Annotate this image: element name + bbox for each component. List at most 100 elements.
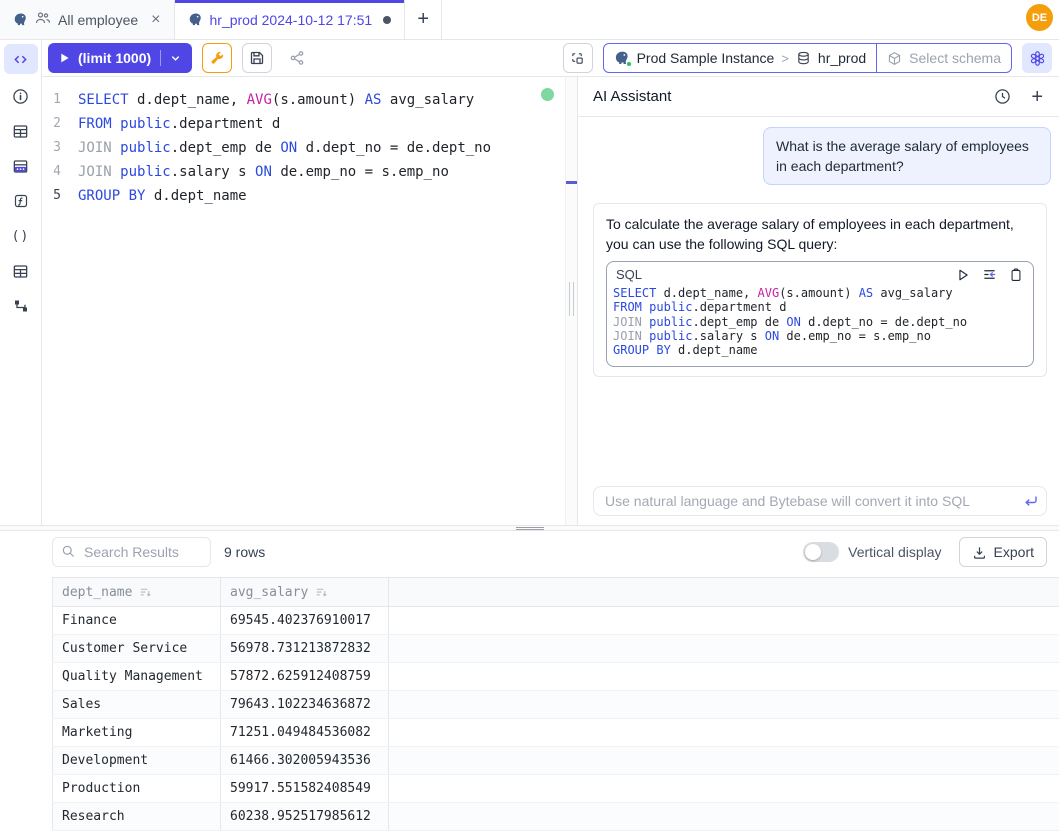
admin-wrench-button[interactable] <box>202 43 232 73</box>
filler-cell <box>389 803 1059 831</box>
result-cell[interactable]: Customer Service <box>53 635 221 663</box>
filler-cell <box>389 775 1059 803</box>
vertical-display-label: Vertical display <box>848 544 941 560</box>
results-toolbar: 9 rows Vertical display Export <box>0 531 1059 573</box>
code-line[interactable]: 5GROUP BY d.dept_name <box>42 184 565 208</box>
result-cell[interactable]: 61466.302005943536 <box>221 747 389 775</box>
sidebar-sheet-data-button[interactable] <box>10 156 32 176</box>
column-header-dept-name[interactable]: dept_name <box>53 578 221 607</box>
filler-cell <box>389 747 1059 775</box>
vertical-splitter[interactable] <box>565 77 578 525</box>
code-line[interactable]: JOIN public.dept_emp de ON d.dept_no = d… <box>613 315 1023 329</box>
ai-response-text: To calculate the average salary of emplo… <box>606 214 1034 254</box>
splitter-grip[interactable] <box>569 282 574 316</box>
result-cell[interactable]: Finance <box>53 607 221 635</box>
ai-assistant-button[interactable] <box>1022 43 1052 73</box>
enter-return-icon[interactable] <box>1023 493 1039 509</box>
sidebar-info-button[interactable] <box>10 86 32 106</box>
new-chat-button[interactable]: + <box>1031 87 1043 107</box>
instance-database-breadcrumb[interactable]: Prod Sample Instance > hr_prod <box>604 44 877 72</box>
sort-icon[interactable] <box>315 586 328 599</box>
chat-history-button[interactable] <box>994 88 1011 105</box>
result-cell[interactable]: 56978.731213872832 <box>221 635 389 663</box>
table-row[interactable]: Research60238.952517985612 <box>53 803 1059 831</box>
editor-code[interactable]: 1SELECT d.dept_name, AVG(s.amount) AS av… <box>42 88 565 208</box>
code-line[interactable]: 1SELECT d.dept_name, AVG(s.amount) AS av… <box>42 88 565 112</box>
line-number: 5 <box>42 184 78 208</box>
result-cell[interactable]: Marketing <box>53 719 221 747</box>
run-snippet-button[interactable] <box>956 268 970 282</box>
select-schema-button[interactable]: Select schema <box>877 44 1011 72</box>
sql-editor[interactable]: 1SELECT d.dept_name, AVG(s.amount) AS av… <box>42 77 565 525</box>
code-line[interactable]: FROM public.department d <box>613 300 1023 314</box>
chevron-down-icon <box>170 53 181 64</box>
result-cell[interactable]: 79643.102234636872 <box>221 691 389 719</box>
function-icon <box>13 193 29 209</box>
connection-selector: Prod Sample Instance > hr_prod Select sc… <box>603 43 1012 73</box>
tab-all-employee[interactable]: All employee × <box>0 0 175 39</box>
table-data-indigo-icon <box>12 158 29 175</box>
play-outline-icon <box>956 268 970 282</box>
result-cell[interactable]: Quality Management <box>53 663 221 691</box>
close-icon[interactable]: × <box>151 12 160 28</box>
insert-into-editor-icon <box>982 267 997 282</box>
table-row[interactable]: Quality Management57872.625912408759 <box>53 663 1059 691</box>
filler-cell <box>389 691 1059 719</box>
bring-to-front-icon <box>570 51 585 66</box>
export-button[interactable]: Export <box>959 537 1047 567</box>
save-button[interactable] <box>242 43 272 73</box>
result-cell[interactable]: Production <box>53 775 221 803</box>
results-table-body: Finance69545.402376910017Customer Servic… <box>53 607 1059 831</box>
sidebar-schema-diagram-button[interactable] <box>10 296 32 316</box>
share-button[interactable] <box>282 43 312 73</box>
line-number: 2 <box>42 112 78 136</box>
result-cell[interactable]: 60238.952517985612 <box>221 803 389 831</box>
result-cell[interactable]: Research <box>53 803 221 831</box>
table-row[interactable]: Finance69545.402376910017 <box>53 607 1059 635</box>
share-icon <box>289 50 305 66</box>
result-cell[interactable]: 59917.551582408549 <box>221 775 389 803</box>
sidebar-procedures-button[interactable]: () <box>10 226 32 246</box>
vertical-display-toggle[interactable] <box>803 542 839 562</box>
breadcrumb-chevron: > <box>781 51 789 66</box>
code-line[interactable]: 3JOIN public.dept_emp de ON d.dept_no = … <box>42 136 565 160</box>
column-header-avg-salary[interactable]: avg_salary <box>221 578 389 607</box>
new-tab-button[interactable]: + <box>405 0 442 39</box>
panel-layout-button[interactable] <box>563 43 593 73</box>
result-cell[interactable]: 71251.049484536082 <box>221 719 389 747</box>
avatar[interactable]: DE <box>1026 4 1053 31</box>
toggle-knob <box>805 544 821 560</box>
shared-people-icon <box>35 10 51 29</box>
table-row[interactable]: Sales79643.102234636872 <box>53 691 1059 719</box>
table-row[interactable]: Production59917.551582408549 <box>53 775 1059 803</box>
results-table: dept_name avg_salary <box>52 577 1059 831</box>
sort-icon[interactable] <box>139 586 152 599</box>
splitter-grip[interactable] <box>516 527 544 530</box>
wrench-icon <box>209 50 225 66</box>
line-number: 1 <box>42 88 78 112</box>
table-grid-icon <box>12 123 29 140</box>
table-row[interactable]: Development61466.302005943536 <box>53 747 1059 775</box>
sidebar-functions-button[interactable] <box>10 191 32 211</box>
run-query-button[interactable]: (limit 1000) <box>48 43 192 73</box>
result-cell[interactable]: 57872.625912408759 <box>221 663 389 691</box>
tab-hr-prod[interactable]: hr_prod 2024-10-12 17:51 <box>175 0 406 39</box>
code-line[interactable]: 4JOIN public.salary s ON de.emp_no = s.e… <box>42 160 565 184</box>
insert-into-editor-button[interactable] <box>982 267 997 282</box>
code-line[interactable]: GROUP BY d.dept_name <box>613 343 1023 357</box>
code-line[interactable]: SELECT d.dept_name, AVG(s.amount) AS avg… <box>613 286 1023 300</box>
code-line[interactable]: JOIN public.salary s ON de.emp_no = s.em… <box>613 329 1023 343</box>
worksheet-tabbar: All employee × hr_prod 2024-10-12 17:51 … <box>0 0 1059 40</box>
sidebar-external-tables-button[interactable] <box>10 261 32 281</box>
result-cell[interactable]: 69545.402376910017 <box>221 607 389 635</box>
ai-prompt-input[interactable] <box>593 486 1047 516</box>
sidebar-tables-button[interactable] <box>10 121 32 141</box>
code-line[interactable]: 2FROM public.department d <box>42 112 565 136</box>
result-cell[interactable]: Development <box>53 747 221 775</box>
result-cell[interactable]: Sales <box>53 691 221 719</box>
table-row[interactable]: Marketing71251.049484536082 <box>53 719 1059 747</box>
sql-editor-nav-button[interactable] <box>4 44 38 74</box>
copy-code-button[interactable] <box>1009 268 1023 282</box>
info-icon <box>12 88 29 105</box>
table-row[interactable]: Customer Service56978.731213872832 <box>53 635 1059 663</box>
